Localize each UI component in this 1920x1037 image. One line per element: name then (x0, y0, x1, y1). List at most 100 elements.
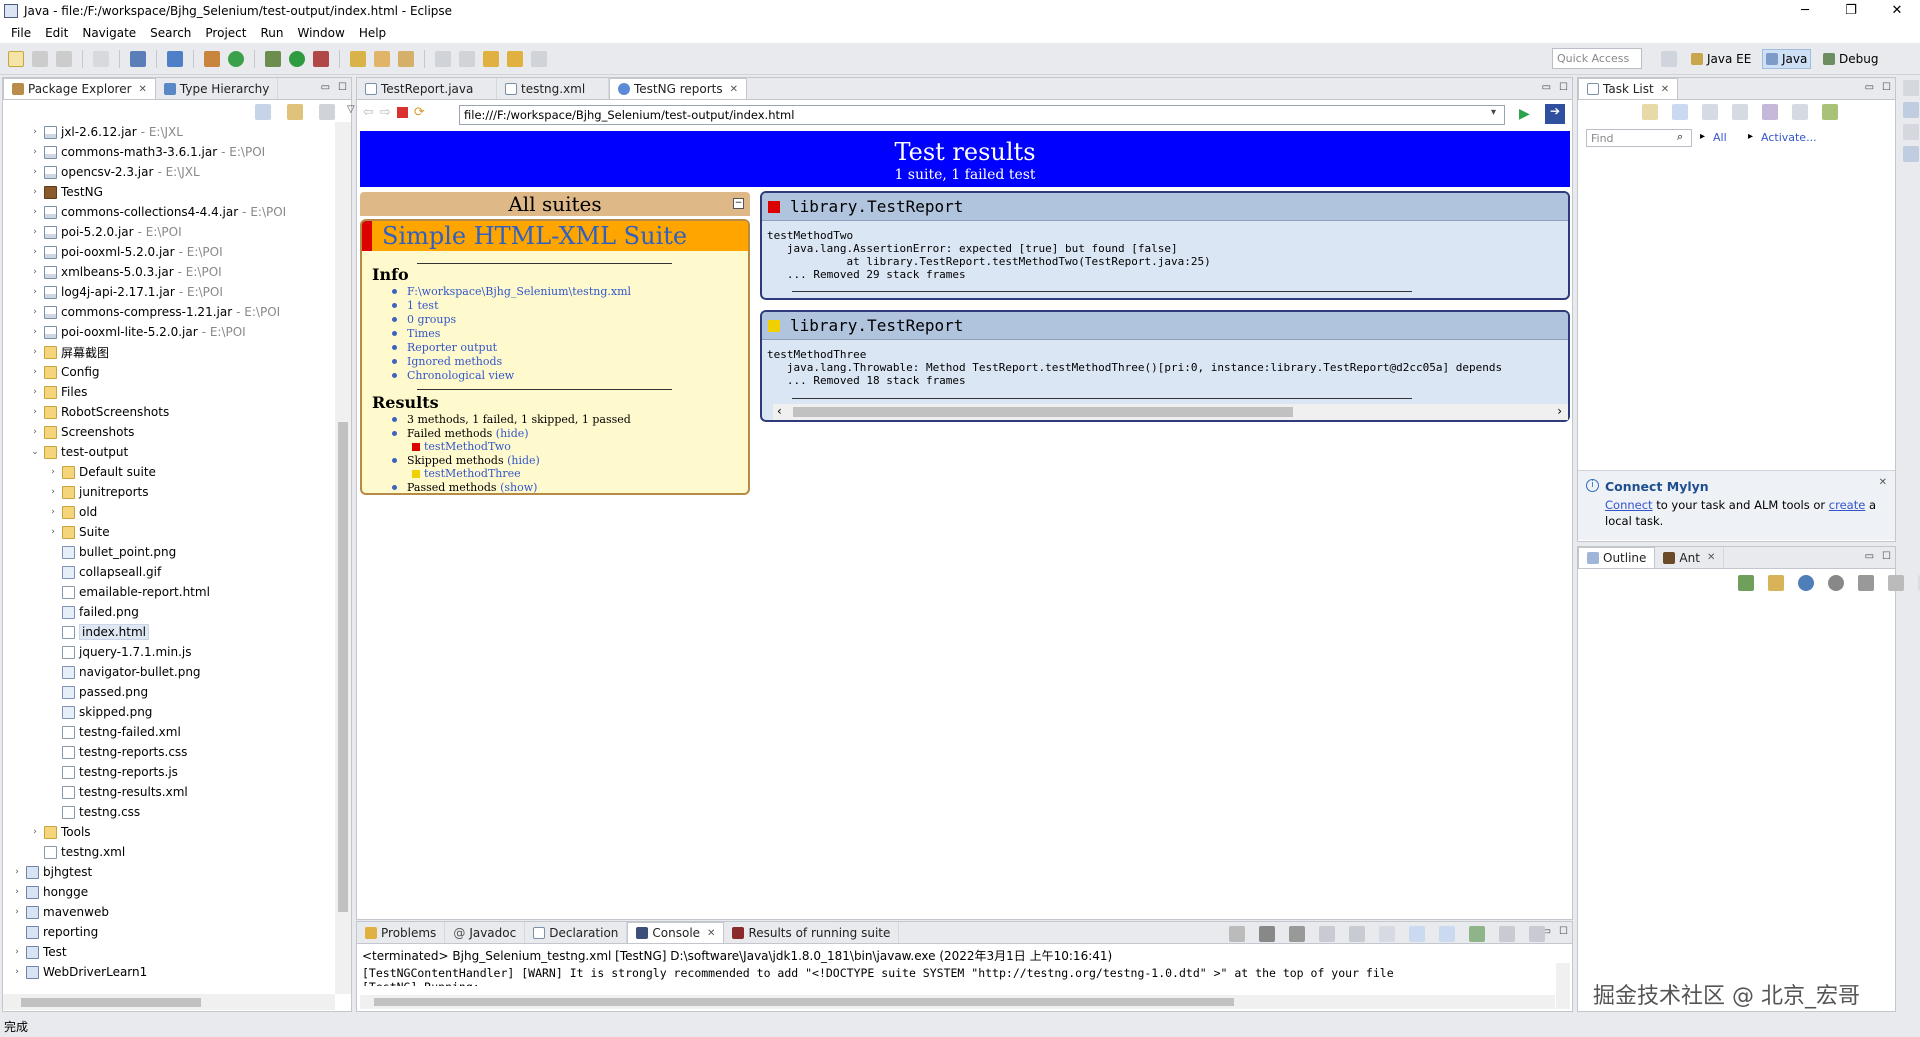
forward-icon[interactable] (531, 50, 547, 67)
maximize-icon[interactable]: ☐ (1559, 82, 1568, 93)
open-type-icon[interactable] (350, 50, 366, 67)
tree-item[interactable]: testng-failed.xml (47, 722, 181, 742)
tree-item[interactable]: › Files (29, 382, 87, 402)
remove-all-icon[interactable] (1888, 575, 1904, 591)
skipped-method-item[interactable]: testMethodThree (412, 467, 521, 480)
explorer-vscroll[interactable] (335, 122, 351, 994)
tree-item[interactable]: reporting (11, 922, 98, 942)
chevron-right-icon[interactable]: › (29, 387, 41, 397)
chevron-right-icon[interactable]: › (11, 907, 23, 917)
open-console-icon[interactable] (1529, 926, 1545, 942)
new-icon[interactable] (8, 50, 24, 67)
remove-all-launches-icon[interactable] (1289, 926, 1305, 942)
info-item[interactable]: Chronological view (392, 369, 514, 382)
tree-item[interactable]: › WebDriverLearn1 (11, 962, 147, 982)
show-on-output-icon[interactable] (1409, 926, 1425, 942)
tree-item[interactable]: › xmlbeans-5.0.3.jar - E:\POI (29, 262, 222, 282)
tree-item[interactable]: › RobotScreenshots (29, 402, 169, 422)
chevron-right-icon[interactable]: › (47, 487, 59, 497)
open-task-icon[interactable] (374, 50, 390, 67)
display-console-icon[interactable] (1499, 926, 1515, 942)
create-link[interactable]: create (1829, 498, 1866, 512)
tree-item[interactable]: testng-reports.css (47, 742, 187, 762)
chevron-right-icon[interactable]: › (29, 367, 41, 377)
tree-item[interactable]: › jxl-2.6.12.jar - E:\JXL (29, 122, 183, 142)
add-buildfile-icon[interactable] (1738, 575, 1754, 591)
chevron-right-icon[interactable]: › (29, 827, 41, 837)
tree-item[interactable]: › hongge (11, 882, 88, 902)
tree-item[interactable]: › opencsv-2.3.jar - E:\JXL (29, 162, 200, 182)
go-icon[interactable]: ▶ (1519, 106, 1530, 122)
search-icon[interactable]: ⌕ (1677, 130, 1683, 144)
chevron-right-icon[interactable]: › (29, 247, 41, 257)
chevron-right-icon[interactable]: › (29, 307, 41, 317)
close-tab-icon[interactable]: ✕ (1707, 552, 1715, 563)
hide-completed-icon[interactable] (1732, 104, 1748, 120)
prev-annotation-icon[interactable] (459, 50, 475, 67)
chevron-right-icon[interactable]: › (29, 407, 41, 417)
tree-item[interactable]: › 屏幕截图 (29, 342, 109, 362)
tab-task-list[interactable]: Task List ✕ (1578, 78, 1679, 99)
all-link[interactable]: All (1713, 131, 1727, 144)
tab-type-hierarchy[interactable]: Type Hierarchy (156, 78, 279, 99)
pin-console-icon[interactable] (1469, 926, 1485, 942)
back-icon[interactable] (507, 50, 523, 67)
minimize-button[interactable]: ─ (1782, 0, 1828, 22)
tree-item[interactable]: › old (47, 502, 97, 522)
remove-launch-icon[interactable] (1259, 926, 1275, 942)
minimize-icon[interactable]: ▭ (1865, 551, 1874, 562)
back-arrow-icon[interactable]: ⇦ (363, 105, 374, 120)
info-item[interactable]: Ignored methods (392, 355, 502, 368)
menu-edit[interactable]: Edit (38, 26, 75, 40)
tree-item[interactable]: jquery-1.7.1.min.js (47, 642, 191, 662)
tree-item[interactable]: testng.css (47, 802, 140, 822)
tree-item[interactable]: passed.png (47, 682, 148, 702)
chevron-right-icon[interactable]: › (29, 187, 41, 197)
chevron-right-icon[interactable]: › (29, 347, 41, 357)
open-perspective-icon[interactable] (1661, 51, 1677, 67)
tree-item[interactable]: › Config (29, 362, 99, 382)
run-target-icon[interactable] (1828, 575, 1844, 591)
hierarchy-icon[interactable] (1903, 102, 1919, 118)
tree-item[interactable]: › poi-ooxml-lite-5.2.0.jar - E:\POI (29, 322, 246, 342)
info-item[interactable]: Reporter output (392, 341, 497, 354)
console-vscroll[interactable] (1556, 963, 1570, 1009)
tab-ant[interactable]: Ant ✕ (1655, 547, 1725, 568)
chevron-down-icon[interactable]: ⌄ (29, 447, 41, 457)
perspective-java[interactable]: Java (1762, 49, 1812, 69)
info-item[interactable]: F:\workspace\Bjhg_Selenium\testng.xml (392, 285, 631, 298)
tab-javadoc[interactable]: @ Javadoc (445, 922, 526, 943)
minimize-icon[interactable]: ▭ (321, 82, 330, 93)
tree-item[interactable]: › commons-collections4-4.4.jar - E:\POI (29, 202, 286, 222)
tree-item[interactable]: testng-reports.js (47, 762, 178, 782)
tab-testng-xml[interactable]: testng.xml (497, 78, 609, 99)
chevron-right-icon[interactable]: › (11, 947, 23, 957)
perspective-debug[interactable]: Debug (1820, 49, 1881, 69)
maximize-icon[interactable]: ☐ (338, 82, 347, 93)
save-all-icon[interactable] (56, 50, 72, 67)
failed-toggle[interactable]: (hide) (496, 427, 529, 440)
restore-icon[interactable] (1903, 80, 1919, 96)
menu-search[interactable]: Search (143, 26, 198, 40)
remove-icon[interactable] (1858, 575, 1874, 591)
tree-item[interactable]: index.html (47, 622, 149, 642)
external-tools-icon[interactable] (313, 50, 329, 67)
connect-link[interactable]: Connect (1605, 498, 1653, 512)
failed-method-item[interactable]: testMethodTwo (412, 440, 511, 453)
tree-item[interactable]: emailable-report.html (47, 582, 210, 602)
close-tab-icon[interactable]: ✕ (707, 928, 715, 939)
tab-testreport-java[interactable]: TestReport.java (357, 78, 497, 99)
new-task-icon[interactable] (1642, 104, 1658, 120)
chevron-right-icon[interactable]: › (29, 327, 41, 337)
passed-toggle[interactable]: (show) (500, 481, 537, 494)
tree-item[interactable]: navigator-bullet.png (47, 662, 201, 682)
url-dropdown-icon[interactable]: ▾ (1491, 107, 1496, 118)
tab-problems[interactable]: Problems (357, 922, 446, 943)
new-java-package-icon[interactable] (204, 50, 220, 67)
chevron-right-icon[interactable]: › (29, 127, 41, 137)
link-with-editor-icon[interactable] (287, 104, 303, 120)
chevron-right-icon[interactable]: › (11, 887, 23, 897)
maximize-icon[interactable]: ☐ (1882, 551, 1891, 562)
debug-icon[interactable] (265, 50, 281, 67)
tree-item[interactable]: failed.png (47, 602, 139, 622)
